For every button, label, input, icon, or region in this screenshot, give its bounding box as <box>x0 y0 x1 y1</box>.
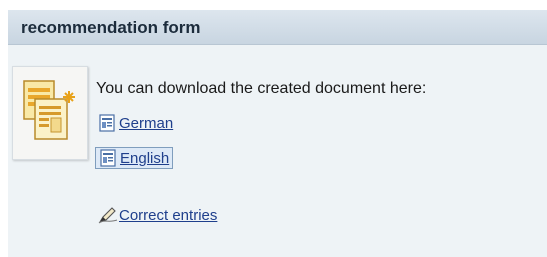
german-download-link[interactable]: German <box>98 112 173 134</box>
download-message: You can download the created document he… <box>96 80 427 97</box>
correct-entries-link[interactable]: Correct entries <box>98 204 217 226</box>
english-link-label[interactable]: English <box>120 150 169 167</box>
window: recommendation form You can download the… <box>0 0 547 257</box>
correct-entries-label[interactable]: Correct entries <box>119 207 217 224</box>
german-link-label[interactable]: German <box>119 115 173 132</box>
english-download-link[interactable]: English <box>95 147 174 169</box>
panel-title: recommendation form <box>21 18 201 37</box>
document-file-icon <box>99 149 117 167</box>
pencil-edit-icon <box>98 206 118 224</box>
panel-header: recommendation form <box>8 10 547 45</box>
recommendation-form-panel: recommendation form You can download the… <box>8 10 547 257</box>
new-document-icon <box>12 66 88 160</box>
document-file-icon <box>98 114 116 132</box>
